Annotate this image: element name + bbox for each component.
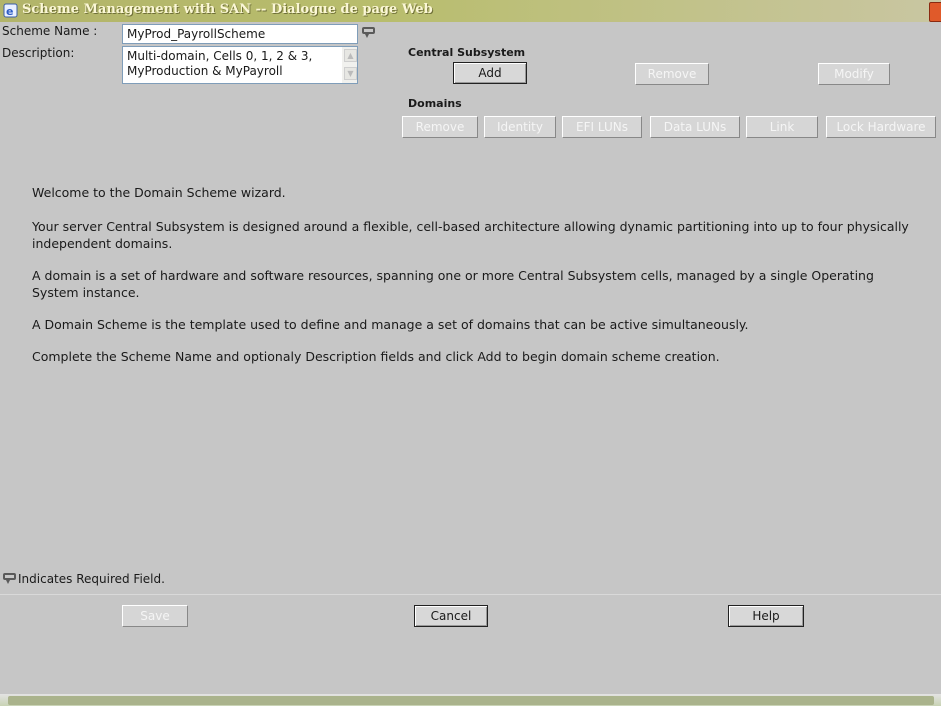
central-subsystem-heading: Central Subsystem — [408, 46, 526, 59]
description-label: Description: — [2, 46, 75, 60]
architecture-paragraph: Your server Central Subsystem is designe… — [32, 219, 909, 251]
domains-heading: Domains — [408, 97, 462, 110]
scroll-down-icon[interactable]: ▼ — [344, 67, 357, 80]
cancel-button[interactable]: Cancel — [414, 605, 488, 627]
footer-divider — [0, 594, 941, 595]
add-button[interactable]: Add — [453, 62, 527, 84]
domain-definition-paragraph: A domain is a set of hardware and softwa… — [32, 268, 874, 300]
domain-remove-button[interactable]: Remove — [402, 116, 478, 138]
description-textarea[interactable]: Multi-domain, Cells 0, 1, 2 & 3, MyProdu… — [122, 46, 358, 84]
modify-button[interactable]: Modify — [818, 63, 890, 85]
link-button[interactable]: Link — [746, 116, 818, 138]
svg-text:e: e — [6, 5, 13, 18]
link-label: Link — [769, 120, 795, 134]
scroll-up-icon[interactable]: ▲ — [344, 49, 357, 62]
modify-label: Modify — [834, 67, 874, 81]
identity-label: Identity — [497, 120, 543, 134]
scheme-name-label: Scheme Name : — [2, 24, 98, 38]
efi-luns-label: EFI LUNs — [576, 120, 628, 134]
identity-button[interactable]: Identity — [484, 116, 556, 138]
data-luns-label: Data LUNs — [663, 120, 727, 134]
required-marker-icon — [362, 27, 375, 38]
instructions-paragraph: Complete the Scheme Name and optionaly D… — [32, 349, 720, 364]
close-icon[interactable] — [929, 2, 941, 22]
window-title: Scheme Management with SAN -- Dialogue d… — [22, 2, 433, 17]
help-button[interactable]: Help — [728, 605, 804, 627]
lock-hardware-button[interactable]: Lock Hardware — [826, 116, 936, 138]
add-button-label: Add — [478, 66, 502, 80]
data-luns-button[interactable]: Data LUNs — [650, 116, 740, 138]
cs-remove-button[interactable]: Remove — [635, 63, 709, 85]
save-label: Save — [140, 609, 170, 623]
help-label: Help — [752, 609, 780, 623]
horizontal-scrollbar[interactable] — [8, 696, 934, 705]
cancel-label: Cancel — [430, 609, 472, 623]
welcome-paragraph: Welcome to the Domain Scheme wizard. — [32, 185, 286, 200]
description-scrollbar[interactable]: ▲ ▼ — [342, 47, 357, 83]
lock-hardware-label: Lock Hardware — [836, 120, 926, 134]
scheme-name-input[interactable]: MyProd_PayrollScheme — [122, 24, 358, 44]
efi-luns-button[interactable]: EFI LUNs — [562, 116, 642, 138]
required-marker-icon — [3, 573, 16, 584]
required-field-note: Indicates Required Field. — [18, 572, 165, 586]
ie-page-icon: e — [3, 3, 18, 18]
cs-remove-label: Remove — [647, 67, 697, 81]
save-button[interactable]: Save — [122, 605, 188, 627]
domain-remove-label: Remove — [415, 120, 465, 134]
scheme-definition-paragraph: A Domain Scheme is the template used to … — [32, 317, 749, 332]
description-text: Multi-domain, Cells 0, 1, 2 & 3, MyProdu… — [127, 49, 313, 78]
